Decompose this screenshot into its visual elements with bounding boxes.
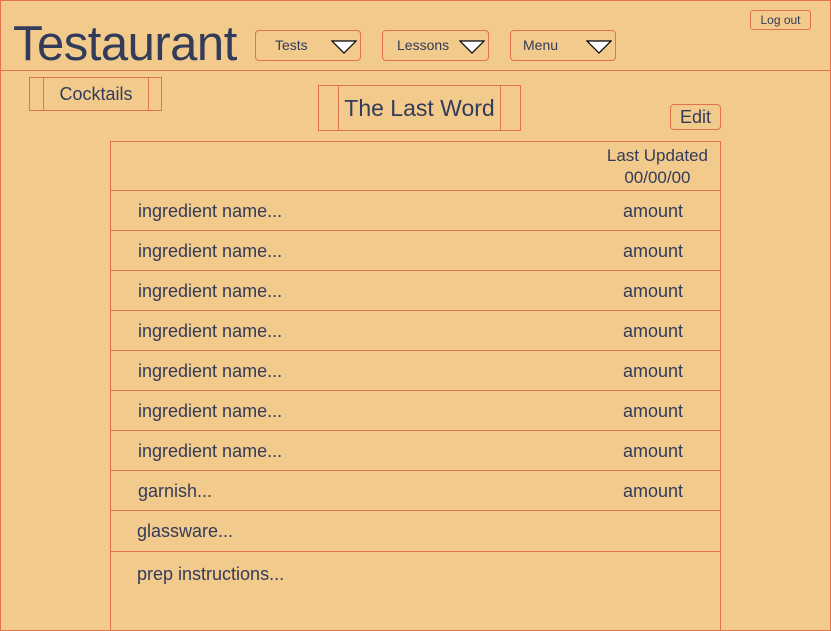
nav-dropdown-label: Lessons bbox=[397, 37, 450, 53]
breadcrumb-cocktails[interactable]: Cocktails bbox=[29, 77, 162, 111]
nav-dropdown-label: Menu bbox=[523, 37, 559, 53]
ingredient-name: ingredient name... bbox=[138, 441, 283, 461]
nav-dropdown-lessons[interactable]: Lessons bbox=[382, 30, 489, 61]
breadcrumb-label: Cocktails bbox=[43, 77, 149, 111]
nav-dropdown-label: Tests bbox=[275, 37, 308, 53]
table-row[interactable]: ingredient name... amount bbox=[111, 311, 720, 351]
last-updated-value: 00/00/00 bbox=[624, 168, 691, 187]
chevron-down-icon bbox=[586, 40, 612, 54]
ingredient-name: ingredient name... bbox=[138, 361, 283, 381]
table-row[interactable]: ingredient name... amount bbox=[111, 351, 720, 391]
ingredient-amount: amount bbox=[623, 441, 684, 461]
recipe-title: The Last Word bbox=[338, 85, 501, 131]
glassware-text: glassware... bbox=[137, 521, 234, 541]
ingredient-amount: amount bbox=[623, 361, 684, 381]
glassware-row[interactable]: glassware... bbox=[111, 511, 720, 552]
nav-dropdown-menu[interactable]: Menu bbox=[510, 30, 616, 61]
ingredient-amount: amount bbox=[623, 201, 684, 221]
table-row[interactable]: ingredient name... amount bbox=[111, 391, 720, 431]
last-updated: Last Updated 00/00/00 bbox=[607, 145, 708, 189]
ingredient-name: ingredient name... bbox=[138, 201, 283, 221]
chevron-down-icon bbox=[459, 40, 485, 54]
ingredient-amount: amount bbox=[623, 321, 684, 341]
table-row[interactable]: ingredient name... amount bbox=[111, 271, 720, 311]
app-title: Testaurant bbox=[13, 17, 237, 71]
table-row[interactable]: ingredient name... amount bbox=[111, 191, 720, 231]
recipe-title-box: The Last Word bbox=[318, 85, 521, 131]
ingredient-name: ingredient name... bbox=[138, 321, 283, 341]
garnish-amount: amount bbox=[623, 481, 684, 501]
ingredient-name: ingredient name... bbox=[138, 241, 283, 261]
ingredient-amount: amount bbox=[623, 241, 684, 261]
recipe-table: Last Updated 00/00/00 ingredient name...… bbox=[110, 141, 721, 631]
table-header-row: Last Updated 00/00/00 bbox=[111, 142, 720, 191]
ingredient-name: ingredient name... bbox=[138, 401, 283, 421]
prep-instructions-row[interactable]: prep instructions... bbox=[111, 552, 720, 631]
edit-button[interactable]: Edit bbox=[670, 104, 721, 130]
prep-instructions-text: prep instructions... bbox=[137, 564, 285, 584]
nav-dropdown-tests[interactable]: Tests bbox=[255, 30, 361, 61]
ingredient-amount: amount bbox=[623, 401, 684, 421]
table-row[interactable]: ingredient name... amount bbox=[111, 431, 720, 471]
ingredient-name: ingredient name... bbox=[138, 281, 283, 301]
header: Testaurant Tests Lessons Menu Log out bbox=[0, 0, 831, 71]
chevron-down-icon bbox=[331, 40, 357, 54]
garnish-row[interactable]: garnish... amount bbox=[111, 471, 720, 511]
ingredient-amount: amount bbox=[623, 281, 684, 301]
logout-button[interactable]: Log out bbox=[750, 10, 811, 30]
last-updated-label: Last Updated bbox=[606, 146, 708, 165]
table-row[interactable]: ingredient name... amount bbox=[111, 231, 720, 271]
garnish-name: garnish... bbox=[138, 481, 213, 501]
